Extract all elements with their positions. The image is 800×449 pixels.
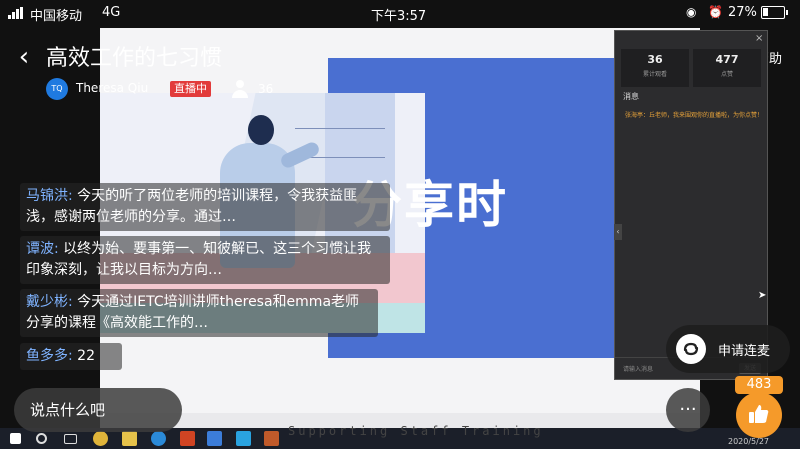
mouse-cursor-icon: ➤ (758, 290, 767, 301)
live-stream-screen: 分享时 2020/5/27 Supporting Staff Training … (0, 0, 800, 449)
location-icon: ◉ (686, 5, 697, 19)
clock: 下午3:57 (371, 9, 427, 24)
viewer-icon (232, 80, 248, 98)
network-type: 4G (102, 5, 121, 20)
comment-input[interactable]: 说点什么吧 (14, 388, 182, 432)
panel-collapse-handle[interactable]: ‹ (614, 224, 622, 240)
taskbar-date: 2020/5/27 (728, 437, 770, 446)
search-icon (36, 433, 47, 444)
close-icon[interactable]: × (755, 33, 763, 44)
media-icon (264, 431, 279, 446)
viewer-count: 36 (258, 82, 274, 96)
comment-author: 戴少彬: (26, 294, 73, 310)
task-view-icon (64, 434, 77, 444)
powerpoint-icon (180, 431, 195, 446)
comment-author: 马锦洪: (26, 188, 73, 204)
carrier-name: 中国移动 (30, 9, 83, 24)
like-button[interactable] (736, 392, 782, 438)
stat-likes: 477 点赞 (693, 49, 761, 87)
slide-banner-text: Supporting Staff Training (288, 424, 544, 438)
folder-icon (122, 431, 137, 446)
comment-text: 22 (72, 348, 95, 364)
windows-start-icon (10, 433, 21, 444)
chrome-icon (93, 431, 108, 446)
request-mic-button[interactable]: 申请连麦 (666, 325, 790, 373)
host-avatar[interactable]: TQ (46, 78, 68, 100)
comment-text: 以终为始、要事第一、知彼解已、这三个习惯让我印象深刻，让我以目标为方向… (26, 241, 372, 278)
ie-icon (151, 431, 166, 446)
status-bar: 中国移动 4G 下午3:57 ◉ ⏰ 27% (0, 0, 800, 26)
live-status-badge: 直播中 (170, 81, 211, 97)
comment-item: 马锦洪: 今天的听了两位老师的培训课程，令我获益匪浅，感谢两位老师的分享。通过… (20, 183, 390, 231)
battery-icon (761, 6, 788, 19)
message-item: 张海亭：丘老师，我来围观你的直播啦，为你点赞！ (625, 112, 764, 119)
alarm-icon: ⏰ (708, 5, 723, 19)
more-options-button[interactable]: ··· (666, 388, 710, 432)
signal-icon (8, 7, 24, 19)
comment-text: 今天的听了两位老师的培训课程，令我获益匪浅，感谢两位老师的分享。通过… (26, 188, 358, 225)
host-name[interactable]: Theresa Qiu (76, 81, 148, 95)
battery-percent: 27% (728, 5, 757, 20)
thumbs-up-icon (749, 405, 769, 423)
messages-header: 消息 (623, 92, 639, 101)
request-mic-label: 申请连麦 (718, 344, 771, 359)
app-icon-active (207, 431, 222, 446)
stat-total-views: 36 累计观看 (621, 49, 689, 87)
comment-author: 谭波: (26, 241, 59, 257)
stream-title: 高效工作的七习惯 (46, 46, 223, 71)
comment-item: 谭波: 以终为始、要事第一、知彼解已、这三个习惯让我印象深刻，让我以目标为方向… (20, 236, 390, 284)
comment-item: 鱼多多: 22 (20, 343, 122, 370)
app-icon-blue (236, 431, 251, 446)
link-icon (676, 334, 706, 364)
comment-text: 今天通过IETC培训讲师theresa和emma老师分享的课程《高效能工作的… (26, 294, 360, 331)
back-button[interactable]: ‹ (10, 42, 38, 72)
message-input[interactable]: 请输入消息 (623, 364, 653, 373)
comment-author: 鱼多多: (26, 348, 73, 364)
comment-item: 戴少彬: 今天通过IETC培训讲师theresa和emma老师分享的课程《高效能… (20, 289, 378, 337)
